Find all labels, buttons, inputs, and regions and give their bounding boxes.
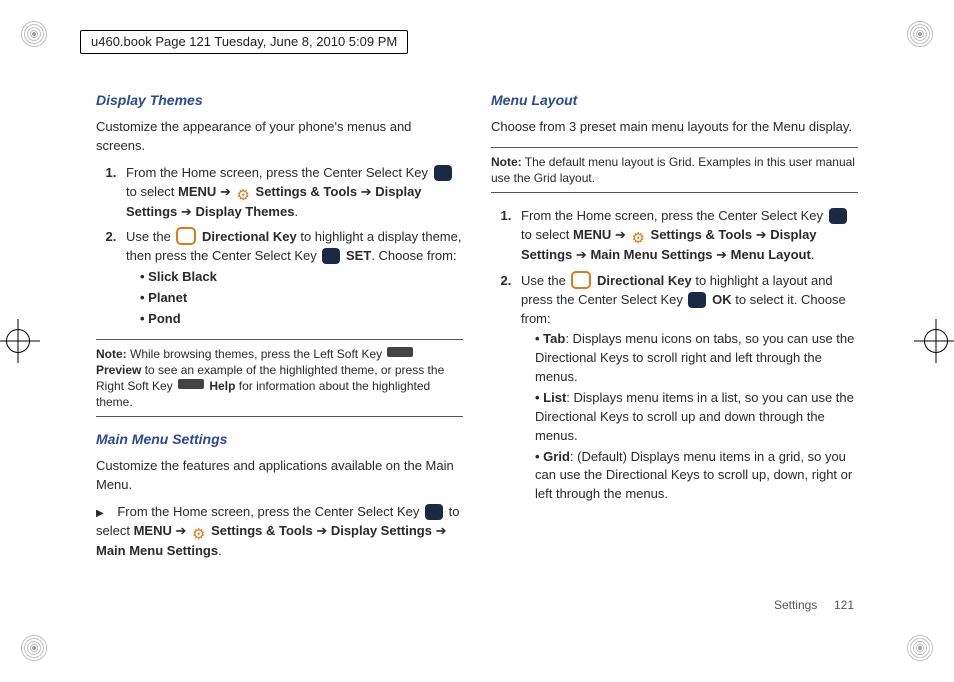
text: Use the [521,273,569,288]
text: From the Home screen, press the Center S… [117,504,423,519]
list-item: List: Displays menu items in a list, so … [535,389,858,446]
register-mark-icon [914,319,954,363]
right-soft-key-icon [178,379,204,389]
left-soft-key-icon [387,347,413,357]
note-block: Note: While browsing themes, press the L… [96,339,463,418]
step-list: From the Home screen, press the Center S… [96,164,463,329]
intro-text: Customize the features and applications … [96,457,463,495]
list-item: Grid: (Default) Displays menu items in a… [535,448,858,505]
path-step: Display Themes [195,204,294,219]
list-item: Planet [140,289,463,308]
arrow-icon [361,184,376,199]
gear-icon: ⚙ [236,188,249,203]
note-label: Note: [491,155,522,169]
step-list: From the Home screen, press the Center S… [491,207,858,504]
center-select-key-icon [425,504,443,520]
text: Planet [148,290,187,305]
text: . [218,543,222,558]
text: to select [126,184,178,199]
arrow-icon [615,227,630,242]
path-menu: MENU [573,227,611,242]
text: Tab [543,331,565,346]
right-column: Menu Layout Choose from 3 preset main me… [491,92,858,592]
path-step: Main Menu Settings [590,247,712,262]
gear-icon: ⚙ [192,527,205,542]
path-menu: MENU [134,523,172,538]
arrow-icon [716,247,731,262]
step-item: Use the Directional Key to highlight a d… [120,227,463,328]
directional-key-icon [176,227,196,245]
arrow-icon [220,184,235,199]
text: : Displays menu icons on tabs, so you ca… [535,331,854,384]
center-select-key-icon [322,248,340,264]
left-column: Display Themes Customize the appearance … [96,92,463,592]
intro-text: Customize the appearance of your phone's… [96,118,463,156]
arrow-icon [436,523,447,538]
text: : Displays menu items in a list, so you … [535,390,854,443]
text: Help [209,379,235,393]
center-select-key-icon [434,165,452,181]
register-mark-icon [0,319,40,363]
text: While browsing themes, press the Left So… [130,347,385,361]
path-step: Menu Layout [731,247,811,262]
body-columns: Display Themes Customize the appearance … [96,92,858,592]
step-item: From the Home screen, press the Center S… [96,503,463,561]
text: List [543,390,566,405]
page-layout: u460.book Page 121 Tuesday, June 8, 2010… [0,0,954,682]
cropmark-icon [906,20,934,48]
text: . Choose from: [371,248,456,263]
path-step: Settings & Tools [211,523,313,538]
step-item: From the Home screen, press the Center S… [515,207,858,265]
path-step: Main Menu Settings [96,543,218,558]
section-heading-menu-layout: Menu Layout [491,92,858,108]
intro-text: Choose from 3 preset main menu layouts f… [491,118,858,137]
list-item: Tab: Displays menu icons on tabs, so you… [535,330,858,387]
section-heading-main-menu-settings: Main Menu Settings [96,431,463,447]
triangle-bullet-icon [96,504,114,519]
footer-section: Settings [774,598,817,612]
directional-key-icon [571,271,591,289]
cropmark-icon [906,634,934,662]
note-label: Note: [96,347,127,361]
text: Use the [126,229,174,244]
center-select-key-icon [829,208,847,224]
list-item: Pond [140,310,463,329]
text: Directional Key [202,229,297,244]
text: SET [346,248,371,263]
path-step: Display Settings [331,523,432,538]
arrow-icon [181,204,196,219]
list-item: Slick Black [140,268,463,287]
cropmark-icon [20,634,48,662]
arrow-icon [756,227,771,242]
text: From the Home screen, press the Center S… [126,165,432,180]
theme-option-list: Slick Black Planet Pond [140,268,463,329]
cropmark-icon [20,20,48,48]
footer-page-number: 121 [834,598,854,612]
text: From the Home screen, press the Center S… [521,208,827,223]
center-select-key-icon [688,292,706,308]
path-menu: MENU [178,184,216,199]
text: : (Default) Displays menu items in a gri… [535,449,852,502]
text: Preview [96,363,141,377]
step-item: Use the Directional Key to highlight a l… [515,271,858,504]
arrow-icon [576,247,591,262]
page-footer: Settings 121 [774,598,854,612]
step-item: From the Home screen, press the Center S… [120,164,463,222]
text: to select [521,227,573,242]
text: OK [712,292,732,307]
section-heading-display-themes: Display Themes [96,92,463,108]
path-step: Settings & Tools [651,227,753,242]
text: Pond [148,311,181,326]
arrow-icon [175,523,190,538]
gear-icon: ⚙ [631,231,644,246]
layout-option-list: Tab: Displays menu icons on tabs, so you… [535,330,858,504]
text: The default menu layout is Grid. Example… [491,155,855,185]
note-block: Note: The default menu layout is Grid. E… [491,147,858,193]
text: Directional Key [597,273,692,288]
framemaker-header: u460.book Page 121 Tuesday, June 8, 2010… [80,30,408,54]
text: Slick Black [148,269,217,284]
text: Grid [543,449,570,464]
path-step: Settings & Tools [256,184,358,199]
arrow-icon [316,523,331,538]
